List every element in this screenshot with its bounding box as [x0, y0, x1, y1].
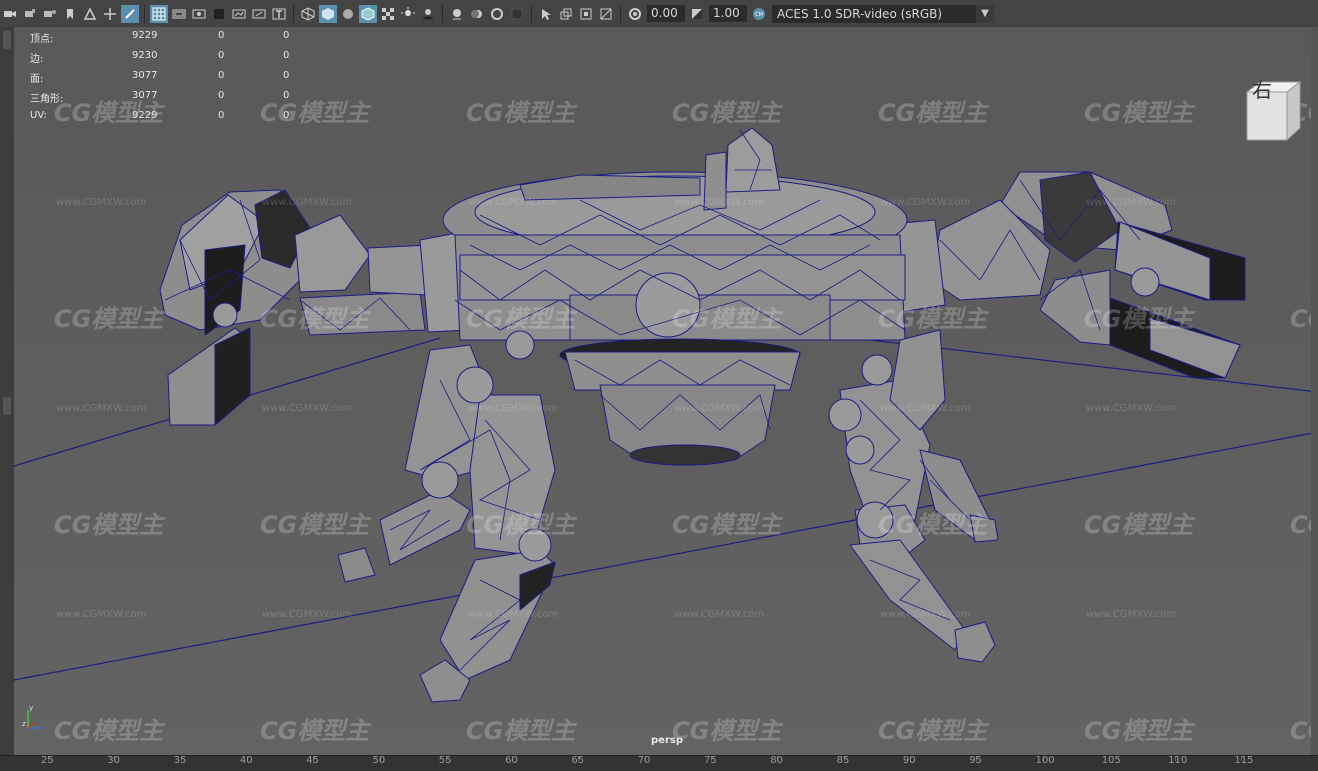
exposure-field[interactable]: 0.00 — [647, 5, 685, 22]
safe-action-icon[interactable] — [250, 5, 268, 23]
depth-of-field-icon[interactable] — [508, 5, 526, 23]
wireframe-model-scene[interactable] — [14, 27, 1318, 755]
screen-space-ao-icon[interactable] — [448, 5, 466, 23]
axis-gizmo-icon: z y — [22, 704, 42, 729]
multisample-aa-icon[interactable] — [488, 5, 506, 23]
viewport-panel-toolbar: 0.00 1.00 CM ACES 1.0 SDR-video (sRGB) ▼ — [0, 0, 1318, 28]
camera-label: persp — [651, 735, 683, 746]
view-cube[interactable] — [1242, 80, 1302, 142]
motion-blur-icon[interactable] — [468, 5, 486, 23]
textured-icon[interactable] — [379, 5, 397, 23]
gamma-icon[interactable] — [688, 5, 706, 23]
camera-lock-icon[interactable] — [21, 5, 39, 23]
ruler-tick-label: 105 — [1101, 755, 1121, 766]
safe-title-icon[interactable] — [270, 5, 288, 23]
image-plane-icon[interactable] — [81, 5, 99, 23]
use-all-lights-icon[interactable] — [399, 5, 417, 23]
viewport-scrollbar[interactable] — [1311, 27, 1318, 755]
chevron-down-icon[interactable]: ▼ — [976, 4, 994, 23]
field-chart-icon[interactable] — [230, 5, 248, 23]
ruler-tick-label: 65 — [571, 755, 585, 766]
axis-z-label: z — [22, 720, 26, 728]
ruler-tick-label: 95 — [969, 755, 982, 766]
color-space-dropdown[interactable]: ACES 1.0 SDR-video (sRGB) ▼ — [772, 4, 994, 23]
svg-text:CM: CM — [755, 12, 763, 18]
camera-attributes-icon[interactable] — [41, 5, 59, 23]
ruler-tick-label: 75 — [704, 755, 717, 766]
resolution-gate-icon[interactable] — [190, 5, 208, 23]
ruler-tick-label: 40 — [239, 755, 253, 766]
toolbar-divider — [442, 4, 443, 23]
camera-select-icon[interactable] — [1, 5, 19, 23]
left-panel-edge — [0, 27, 15, 755]
xray-icon[interactable] — [557, 5, 575, 23]
wireframe-on-shaded-icon[interactable] — [359, 4, 377, 23]
ruler-tick-label: 55 — [438, 755, 452, 766]
xray-joints-icon[interactable] — [577, 5, 595, 23]
color-management-icon[interactable]: CM — [750, 5, 768, 23]
bookmark-icon[interactable] — [61, 5, 79, 23]
ruler-tick-label: 35 — [173, 755, 187, 766]
ruler-tick-label: 115 — [1234, 755, 1254, 766]
smooth-shade-icon[interactable] — [319, 4, 337, 23]
axis-y-label: y — [29, 704, 33, 712]
toolbar-divider — [620, 4, 621, 23]
wireframe-icon[interactable] — [299, 5, 317, 23]
toolbar-divider — [293, 4, 294, 23]
default-material-icon[interactable] — [339, 5, 357, 23]
ruler-tick-label: 60 — [505, 755, 518, 766]
time-slider-ruler[interactable]: 25 30 35 40 45 50 55 60 65 70 75 80 85 90 95 100 105 110 1… — [0, 755, 1318, 771]
ruler-tick-label: 25 — [41, 755, 54, 766]
gamma-field[interactable]: 1.00 — [709, 5, 747, 22]
toolbar-divider — [531, 4, 532, 23]
isolate-select-icon[interactable] — [537, 5, 555, 23]
ruler-tick-label: 45 — [306, 755, 319, 766]
ruler-tick-label: 50 — [372, 755, 386, 766]
shadows-icon[interactable] — [419, 5, 437, 23]
ruler-tick-label: 30 — [107, 755, 121, 766]
ruler-tick-label: 85 — [836, 755, 850, 766]
maya-window: 0.00 1.00 CM ACES 1.0 SDR-video (sRGB) ▼ — [0, 0, 1318, 771]
ruler-tick-label: 80 — [770, 755, 784, 766]
view-cube-face-label[interactable]: 右 — [1252, 74, 1272, 103]
ruler-tick-label: 70 — [637, 755, 651, 766]
panel-resize-handle[interactable] — [3, 397, 11, 415]
ruler-tick-label: 110 — [1168, 755, 1188, 766]
grid-icon[interactable] — [150, 4, 168, 23]
ruler-tick-label: 90 — [902, 755, 916, 766]
backface-culling-icon[interactable] — [597, 5, 615, 23]
3d-viewport[interactable]: CG模型主 CG模型主 CG模型主 CG模型主 CG模型主 CG模型主 CG模型主 CG模型主… — [14, 27, 1318, 755]
ruler-tick-label: 100 — [1035, 755, 1055, 766]
color-space-value: ACES 1.0 SDR-video (sRGB) — [777, 6, 943, 21]
exposure-icon[interactable] — [626, 5, 644, 23]
film-gate-icon[interactable] — [170, 5, 188, 23]
toolbar-divider — [144, 4, 145, 23]
gate-mask-icon[interactable] — [210, 5, 228, 23]
2d-pan-zoom-icon[interactable] — [101, 5, 119, 23]
grease-pencil-icon[interactable] — [121, 4, 139, 23]
panel-resize-handle[interactable] — [3, 31, 11, 49]
